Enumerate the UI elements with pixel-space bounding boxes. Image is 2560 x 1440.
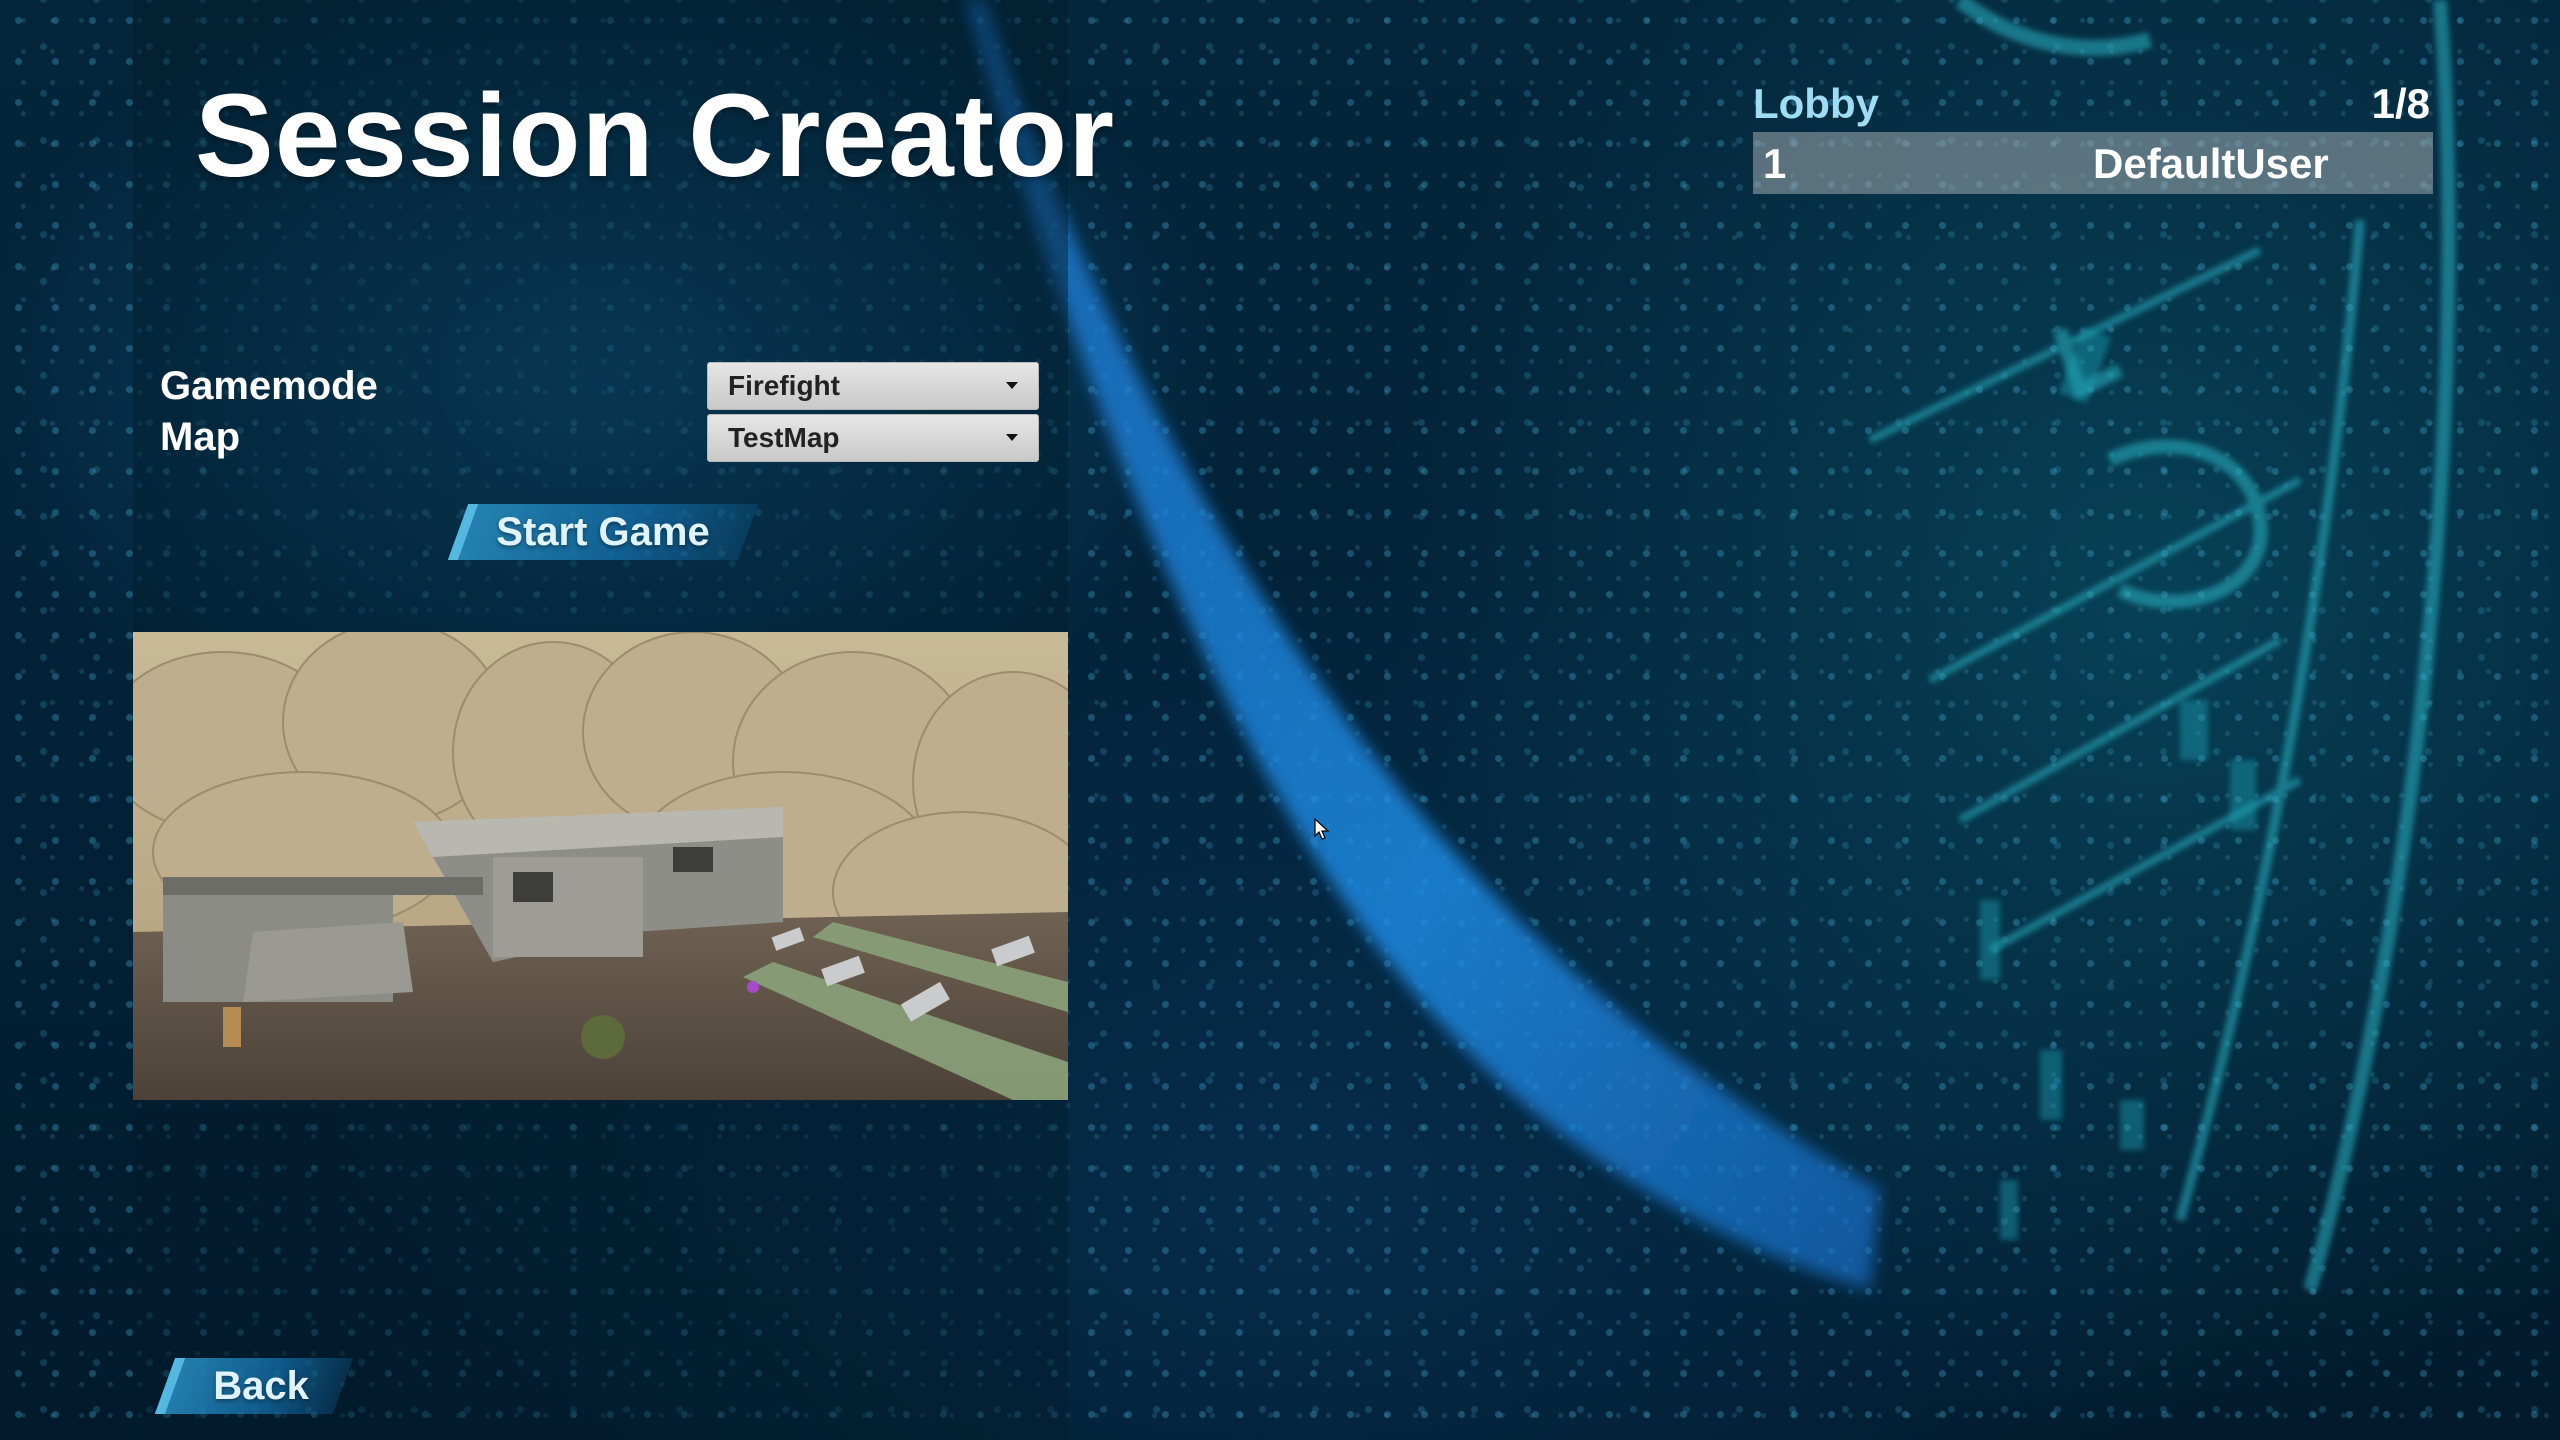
gamemode-label: Gamemode xyxy=(160,364,378,408)
map-dropdown[interactable]: TestMap xyxy=(707,414,1039,462)
session-creator-screen: Session Creator Gamemode Map Firefight T… xyxy=(0,0,2560,1440)
gamemode-dropdown-value: Firefight xyxy=(728,370,840,401)
lobby-title: Lobby xyxy=(1753,80,1879,127)
lobby-player-row: 1 DefaultUser xyxy=(1753,132,2433,194)
map-preview-image xyxy=(133,632,1068,1100)
player-index: 1 xyxy=(1763,140,1787,187)
back-button[interactable]: Back xyxy=(154,1358,354,1414)
page-title: Session Creator xyxy=(195,70,1115,202)
player-name: DefaultUser xyxy=(2093,140,2329,187)
chevron-down-icon xyxy=(1006,382,1018,389)
start-game-label: Start Game xyxy=(496,510,710,554)
lobby-player-count: 1/8 xyxy=(2371,80,2430,127)
map-label: Map xyxy=(160,415,240,459)
start-game-button[interactable]: Start Game xyxy=(447,504,759,560)
mouse-cursor-icon xyxy=(1314,818,1330,840)
chevron-down-icon xyxy=(1006,434,1018,441)
back-label: Back xyxy=(213,1364,309,1408)
map-dropdown-value: TestMap xyxy=(728,422,840,453)
gamemode-dropdown[interactable]: Firefight xyxy=(707,362,1039,410)
map-preview-art xyxy=(133,632,1068,1100)
